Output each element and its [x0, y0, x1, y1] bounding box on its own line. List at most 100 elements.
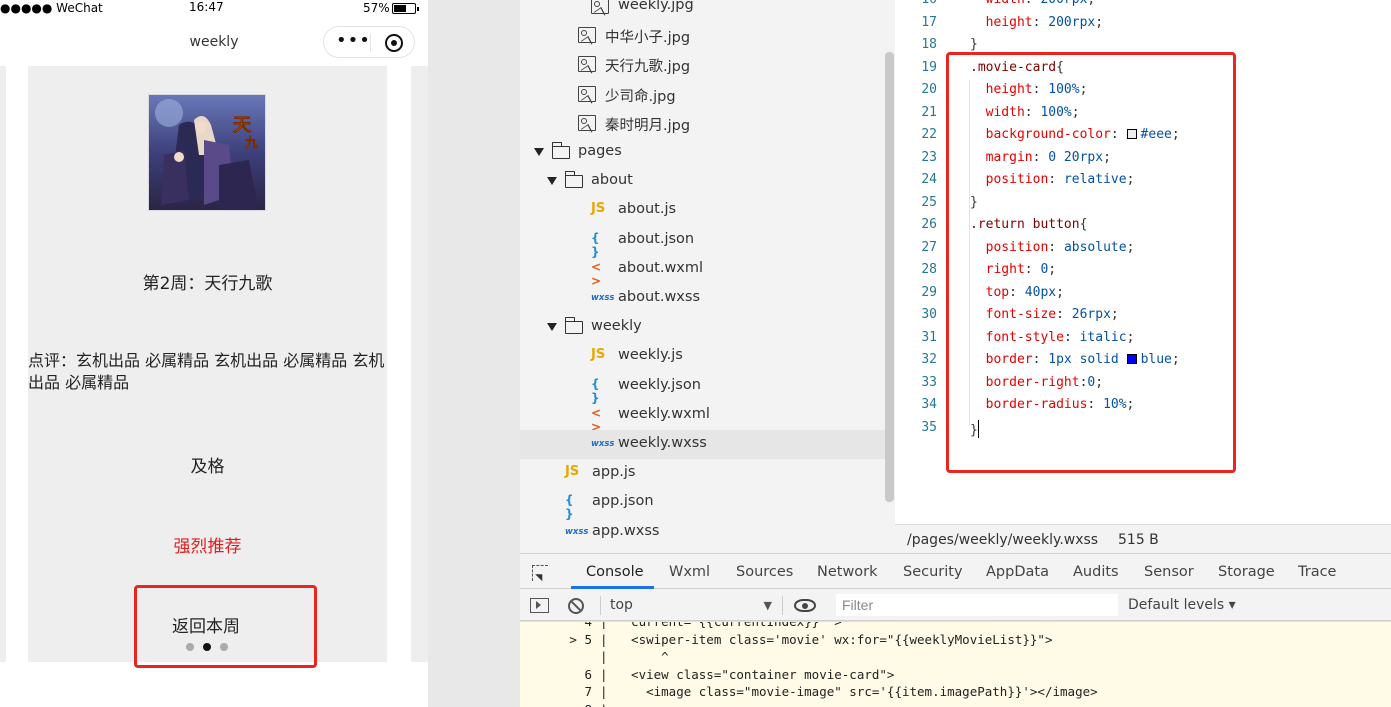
tree-item-label: weekly.js	[618, 347, 683, 364]
tree-item-label: weekly.json	[618, 376, 701, 393]
console-line: 6 | <view class="container movie-card">	[520, 667, 1391, 685]
code-line[interactable]: 16 width: 200rpx;	[895, 0, 1391, 15]
js-file-icon: JS	[591, 201, 606, 217]
status-time: 16:47	[189, 0, 224, 14]
more-icon[interactable]: •••	[336, 32, 371, 50]
tab-security[interactable]: Security	[903, 564, 963, 580]
movie-comment: 点评：玄机出品 必属精品 玄机出品 必属精品 玄机出品 必属精品	[28, 351, 385, 392]
carrier-label: ●●●●● WeChat	[0, 1, 103, 15]
tree-folder[interactable]: weekly	[520, 313, 886, 342]
console-filter-input[interactable]	[836, 594, 1118, 616]
next-card-peek	[411, 66, 428, 662]
tree-file[interactable]: { } about.json	[520, 226, 886, 259]
tree-file[interactable]: { } app.json	[520, 488, 886, 522]
code-line[interactable]: 17 height: 200rpx;	[895, 15, 1391, 38]
tree-file[interactable]: wxss app.wxss	[520, 518, 886, 547]
svg-text:天: 天	[233, 115, 252, 136]
css-property: width	[986, 0, 1025, 7]
tab-audits[interactable]: Audits	[1073, 564, 1119, 580]
wxss-file-icon: wxss	[565, 526, 589, 537]
json-file-icon: { }	[591, 376, 600, 405]
tab-sensor[interactable]: Sensor	[1144, 564, 1194, 580]
chevron-down-icon: ▼	[763, 599, 772, 612]
line-number: 19	[921, 59, 937, 75]
tree-file[interactable]: wxss about.wxss	[520, 284, 886, 313]
tree-file[interactable]: weekly.jpg	[520, 0, 886, 21]
movie-card[interactable]: 天 九 第2周：天行九歌 点评：玄机出品 必属精品 玄机出品 必属精品 玄机出品…	[28, 66, 387, 662]
tab-appdata[interactable]: AppData	[986, 564, 1049, 580]
gutter-bar: |	[600, 684, 608, 699]
tree-file[interactable]: JS weekly.js	[520, 342, 886, 371]
tree-file[interactable]: 中华小子.jpg	[520, 21, 886, 50]
tree-file[interactable]: < > weekly.wxml	[520, 401, 886, 434]
console-line: 8|	[520, 702, 1391, 707]
file-tree: weekly.jpg 中华小子.jpg 天行九歌.jpg 少司命.jpg 秦时明月.jp…	[520, 0, 895, 553]
chevron-down-icon[interactable]	[534, 148, 544, 156]
tab-console[interactable]: Console	[586, 564, 644, 580]
close-target-icon[interactable]	[385, 34, 403, 52]
inspect-element-icon[interactable]	[532, 565, 548, 581]
tree-file[interactable]: JS app.js	[520, 459, 886, 488]
tab-storage[interactable]: Storage	[1218, 564, 1275, 580]
tree-item-label: app.json	[592, 493, 654, 510]
console-line-number: 8	[520, 702, 592, 707]
clear-console-icon[interactable]	[568, 598, 584, 614]
line-number: 35	[921, 419, 937, 435]
folder-open-icon	[551, 142, 570, 159]
line-number: 25	[921, 194, 937, 210]
tree-item-label: 天行九歌.jpg	[605, 59, 691, 76]
tree-item-label: 秦时明月.jpg	[605, 117, 691, 134]
file-tree-scrollbar[interactable]	[885, 52, 894, 502]
tree-file[interactable]: 少司命.jpg	[520, 80, 886, 109]
eye-icon[interactable]	[794, 599, 816, 612]
tree-item-label: about.js	[618, 201, 677, 218]
status-bar: ●●●●● WeChat 16:47 57%	[0, 0, 428, 18]
tab-trace[interactable]: Trace	[1298, 564, 1336, 580]
tree-file[interactable]: 秦时明月.jpg	[520, 109, 886, 138]
console-line: 7 | <image class="movie-image" src='{{ite…	[520, 684, 1391, 702]
tree-item-label: 少司命.jpg	[605, 88, 676, 105]
menu-capsule[interactable]: •••	[323, 26, 415, 58]
movie-title: 第2周：天行九歌	[142, 274, 273, 294]
editor-status-bar: /pages/weekly/weekly.wxss 515 B	[895, 524, 1391, 554]
console-line-number: 4	[584, 621, 592, 629]
console-line-number: 6	[584, 666, 592, 682]
chevron-down-icon[interactable]	[547, 323, 557, 332]
tree-file[interactable]: wxss weekly.wxss	[520, 430, 886, 459]
tree-folder[interactable]: about	[520, 167, 886, 196]
console-line: > 5 | <swiper-item class='movie' wx:for="…	[520, 632, 1391, 650]
log-levels-select[interactable]: Default levels ▾	[1128, 597, 1236, 613]
wxml-file-icon: < >	[591, 259, 602, 288]
tree-file[interactable]: { } weekly.json	[520, 372, 886, 405]
tree-item-label: 中华小子.jpg	[605, 30, 691, 47]
chevron-down-icon[interactable]	[547, 177, 557, 186]
recommend-label: 强烈推荐	[173, 537, 242, 557]
line-number: 18	[921, 37, 937, 52]
tree-item-label: app.wxss	[592, 522, 660, 539]
tree-folder[interactable]: pages	[520, 138, 886, 167]
context-select[interactable]: top ▼	[610, 597, 772, 613]
console-sidebar-icon[interactable]	[530, 598, 549, 613]
tab-wxml[interactable]: Wxml	[669, 564, 710, 580]
line-number: 31	[921, 329, 937, 345]
tab-network[interactable]: Network	[817, 564, 878, 580]
tab-sources[interactable]: Sources	[736, 564, 793, 580]
line-number: 29	[921, 284, 937, 300]
brace: }	[970, 37, 978, 52]
line-number: 24	[921, 172, 937, 187]
phone-simulator: ●●●●● WeChat 16:47 57% weekly ••• 天 九 第2…	[0, 0, 428, 707]
file-path: /pages/weekly/weekly.wxss	[907, 532, 1099, 548]
line-number: 22	[921, 127, 937, 142]
line-number: 16	[895, 0, 937, 7]
console-line-number: 7	[584, 684, 592, 699]
css-value: 200rpx	[1048, 14, 1096, 30]
console-source: <view class="container movie-card">	[616, 666, 895, 682]
tree-file[interactable]: JS about.js	[520, 196, 886, 225]
css-value: 200rpx	[1040, 0, 1087, 7]
tree-item-label: weekly.wxss	[618, 435, 707, 451]
console-line: | ^	[520, 649, 1391, 667]
battery-icon	[392, 3, 419, 14]
json-file-icon: { }	[565, 493, 574, 522]
tree-file[interactable]: 天行九歌.jpg	[520, 50, 886, 79]
tree-file[interactable]: < > about.wxml	[520, 255, 886, 288]
